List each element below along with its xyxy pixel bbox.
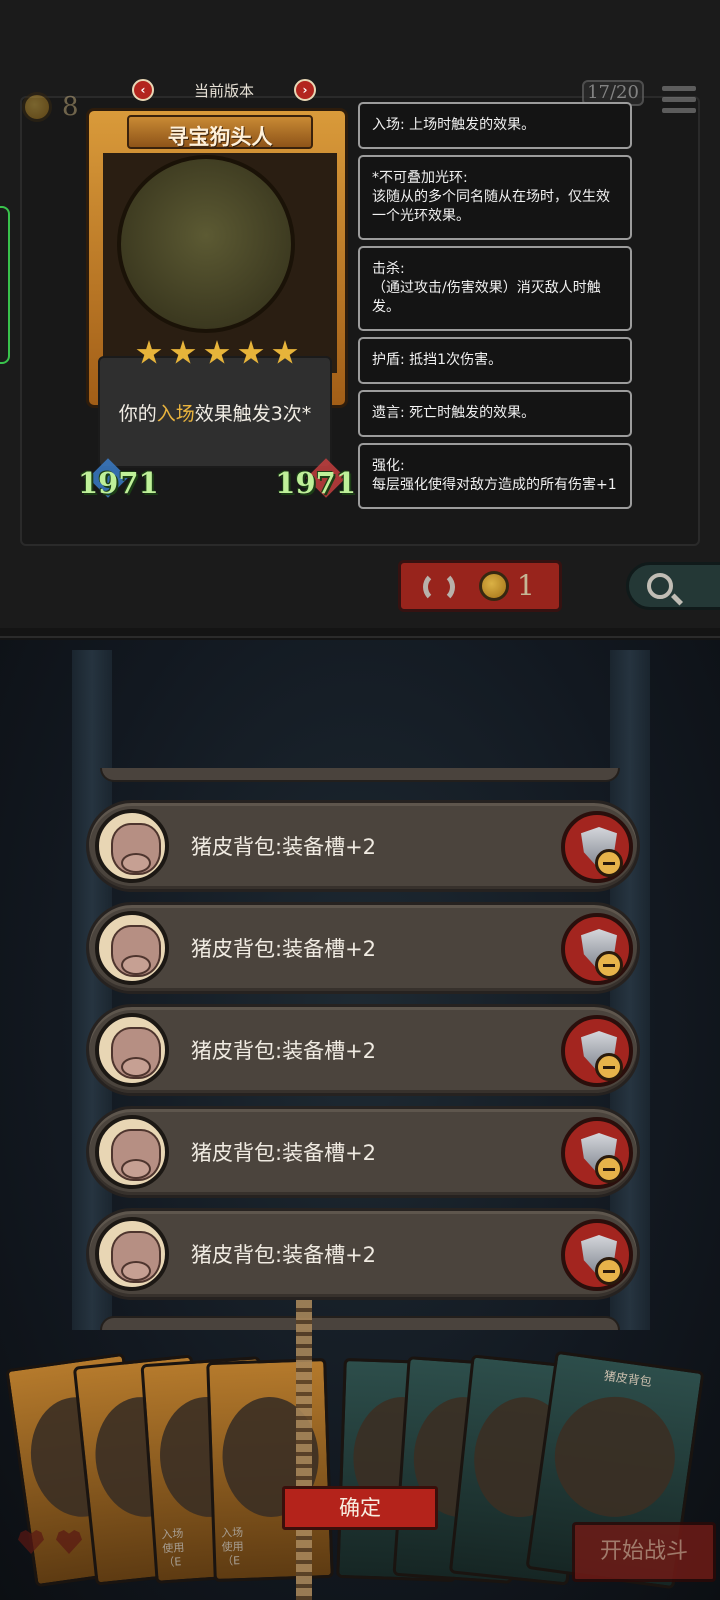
hand-card-text: 入场 使用 （E (160, 1526, 185, 1570)
lives (18, 1530, 82, 1554)
kobold-portrait (117, 155, 295, 333)
confirm-button[interactable]: 确定 (282, 1486, 438, 1530)
equipment-label: 猪皮背包:装备槽+2 (191, 1243, 377, 1267)
minus-icon (595, 1053, 623, 1081)
pig-backpack-icon (95, 1115, 169, 1189)
keyword-entry: *不可叠加光环: 该随从的多个同名随从在场时，仅生效一个光环效果。 (358, 155, 632, 240)
coin-icon (479, 571, 509, 601)
health-value: 1971 (275, 466, 356, 500)
unequip-button[interactable] (561, 1015, 633, 1087)
minus-icon (595, 951, 623, 979)
equipment-list[interactable]: 猪皮背包:装备槽+2 猪皮背包:装备槽+2 猪皮背包:装备槽+2 猪皮背包:装备… (86, 800, 640, 1310)
minus-icon (595, 1257, 623, 1285)
pig-backpack-icon (95, 911, 169, 985)
star-icon (170, 340, 196, 364)
unequip-button[interactable] (561, 811, 633, 883)
pig-backpack-icon (95, 809, 169, 883)
refresh-icon (423, 571, 455, 603)
star-icon (272, 340, 298, 364)
search-button[interactable] (626, 562, 720, 610)
unequip-button[interactable] (561, 1117, 633, 1189)
keyword-tooltips[interactable]: 入场: 上场时触发的效果。 *不可叠加光环: 该随从的多个同名随从在场时，仅生效… (358, 102, 632, 516)
minus-icon (595, 849, 623, 877)
equipment-row[interactable]: 猪皮背包:装备槽+2 (86, 1106, 640, 1198)
keyword-entry: 护盾: 抵挡1次伤害。 (358, 337, 632, 384)
minus-icon (595, 1155, 623, 1183)
refresh-shop-button[interactable]: 1 (398, 560, 562, 612)
card-name-plate: 寻宝狗头人 (127, 115, 313, 149)
keyword-highlight: 入场 (156, 402, 195, 425)
equipment-label: 猪皮背包:装备槽+2 (191, 937, 377, 961)
refresh-cost: 1 (517, 569, 535, 602)
coin-count: 8 (62, 92, 79, 122)
heart-icon (56, 1530, 82, 1554)
keyword-entry: 遗言: 死亡时触发的效果。 (358, 390, 632, 437)
card-name: 寻宝狗头人 (167, 125, 273, 149)
next-version-button[interactable]: › (293, 79, 316, 101)
keyword-entry: 入场: 上场时触发的效果。 (358, 102, 632, 149)
equipment-label: 猪皮背包:装备槽+2 (191, 1141, 377, 1165)
keyword-entry: 击杀: （通过攻击/伤害效果）消灭敌人时触发。 (358, 246, 632, 331)
star-icon (204, 340, 230, 364)
menu-icon[interactable] (662, 86, 696, 116)
card-description: 你的入场效果触发3次* (98, 356, 332, 468)
equipment-row[interactable]: 猪皮背包:装备槽+2 (86, 800, 640, 892)
coin-counter: 8 (22, 92, 79, 122)
keyword-entry: 强化: 每层强化使得对敌方造成的所有伤害+1 (358, 443, 632, 509)
description-text: 你的入场效果触发3次* (118, 402, 312, 425)
hero-detail-panel: 8 17/20 ‹ 当前版本 › 寻宝狗头人 你的入场效果触发3次* 1971 … (0, 0, 720, 628)
equipment-label: 猪皮背包:装备槽+2 (191, 835, 377, 859)
equipment-label: 猪皮背包:装备槽+2 (191, 1039, 377, 1063)
pig-backpack-icon (95, 1217, 169, 1291)
version-label: 当前版本 (193, 81, 254, 100)
star-icon (238, 340, 264, 364)
hand-card-text: 入场 使用 （E (220, 1525, 244, 1568)
coin-icon (22, 92, 52, 122)
equipment-row[interactable]: 猪皮背包:装备槽+2 (86, 1004, 640, 1096)
hand-card[interactable]: 入场 使用 （E (206, 1357, 334, 1583)
equipment-row[interactable]: 猪皮背包:装备槽+2 (86, 1208, 640, 1300)
star-rating (136, 340, 298, 366)
hero-card: 寻宝狗头人 你的入场效果触发3次* 1971 1971 (78, 108, 356, 508)
prev-version-button[interactable]: ‹ (132, 79, 154, 101)
start-battle-button[interactable]: 开始战斗 (572, 1522, 716, 1582)
hand-card-label: 猪皮背包 (603, 1368, 653, 1390)
unequip-button[interactable] (561, 1219, 633, 1291)
heart-icon (18, 1530, 44, 1554)
star-icon (136, 340, 162, 364)
unequip-button[interactable] (561, 913, 633, 985)
side-tab[interactable] (0, 206, 10, 364)
divider (0, 636, 720, 638)
pig-backpack-icon (95, 1013, 169, 1087)
equipment-row[interactable]: 猪皮背包:装备槽+2 (86, 902, 640, 994)
rope (296, 1300, 312, 1600)
list-top-edge (100, 768, 620, 782)
version-selector: ‹ 当前版本 › (132, 76, 316, 104)
search-icon (647, 573, 673, 599)
attack-value: 1971 (78, 466, 159, 500)
